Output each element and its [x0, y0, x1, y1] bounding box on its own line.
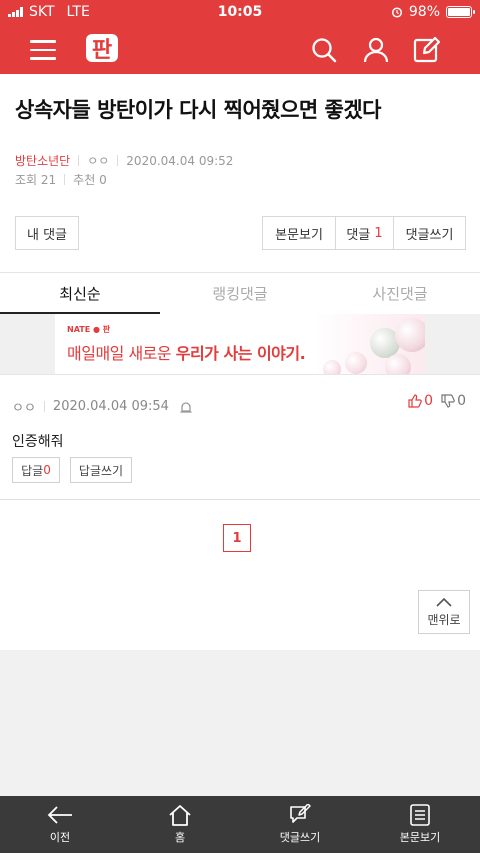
to-top-button[interactable]: 맨위로	[418, 590, 470, 634]
post-action-group: 본문보기 댓글 1 댓글쓰기	[262, 216, 466, 250]
ad-slogan-bold: 우리가 사는 이야기.	[175, 344, 306, 363]
view-post-button[interactable]: 본문보기	[263, 217, 335, 249]
my-comments-button[interactable]: 내 댓글	[15, 216, 79, 250]
status-bar: SKT LTE 10:05 98%	[0, 0, 480, 26]
thumbs-down-icon	[441, 394, 455, 408]
battery-icon	[446, 6, 475, 18]
comment-tabs: 최신순 랭킹댓글 사진댓글	[0, 272, 480, 314]
replies-count: 0	[43, 463, 51, 477]
comments-count: 1	[374, 225, 383, 241]
app-header: 판	[0, 26, 480, 74]
comment-item: ㅇㅇ 2020.04.04 09:54 0 0 인증해줘 답글 0 답글쓰기	[0, 374, 480, 500]
user-icon[interactable]	[362, 36, 390, 64]
post-title: 상속자들 방탄이가 다시 찍어줬으면 좋겠다	[15, 98, 382, 122]
nav-home-label: 홈	[174, 831, 186, 844]
comment-meta: ㅇㅇ 2020.04.04 09:54	[12, 397, 193, 416]
report-icon[interactable]	[179, 400, 193, 414]
page-1-button[interactable]: 1	[223, 524, 251, 552]
comments-button[interactable]: 댓글 1	[335, 217, 393, 249]
downvote-button[interactable]: 0	[441, 393, 466, 409]
write-comment-button[interactable]: 댓글쓰기	[393, 217, 465, 249]
search-icon[interactable]	[310, 36, 338, 64]
post-recommend: 추천 0	[73, 173, 107, 187]
downvote-count: 0	[457, 393, 466, 409]
ad-slogan: 매일매일 새로운 우리가 사는 이야기.	[67, 340, 306, 364]
post-meta: 방탄소년단 ㅇㅇ 2020.04.04 09:52	[15, 152, 233, 169]
pann-logo[interactable]: 판	[84, 30, 120, 66]
nav-view-post[interactable]: 본문보기	[360, 796, 480, 853]
replies-label: 답글	[21, 463, 44, 478]
ad-area: NATE ● 판 매일매일 새로운 우리가 사는 이야기.	[0, 314, 480, 374]
battery-fill	[448, 8, 470, 16]
nav-back-label: 이전	[49, 831, 71, 844]
post-date: 2020.04.04 09:52	[126, 153, 234, 168]
post-views: 조회 21	[15, 173, 57, 187]
to-top-label: 맨위로	[427, 612, 461, 627]
upvote-button[interactable]: 0	[408, 393, 433, 409]
write-reply-button[interactable]: 답글쓰기	[70, 457, 132, 483]
nav-write-comment[interactable]: 댓글쓰기	[240, 796, 360, 853]
hamburger-menu-icon[interactable]	[30, 40, 56, 60]
tab-ranking[interactable]: 랭킹댓글	[160, 273, 320, 314]
chevron-up-icon	[436, 597, 452, 607]
post-category[interactable]: 방탄소년단	[15, 152, 70, 169]
comment-author: ㅇㅇ	[12, 401, 36, 416]
battery-percent: 98%	[408, 4, 440, 20]
back-arrow-icon	[47, 806, 72, 824]
comment-votes: 0 0	[408, 393, 466, 409]
alarm-icon	[391, 7, 402, 18]
upvote-count: 0	[424, 393, 434, 409]
ad-brand: NATE ● 판	[67, 325, 111, 334]
edit-icon[interactable]	[412, 36, 440, 64]
logo-text: 판	[92, 38, 112, 63]
document-icon	[410, 804, 430, 826]
write-comment-icon	[290, 804, 311, 823]
nav-home[interactable]: 홈	[120, 796, 240, 853]
post-stats: 조회 21 추천 0	[15, 171, 107, 188]
home-icon	[169, 805, 191, 826]
tab-latest[interactable]: 최신순	[0, 273, 160, 314]
post-author: ㅇㅇ	[87, 154, 110, 168]
bottom-nav: 이전 홈 댓글쓰기 본문보기	[0, 796, 480, 853]
tab-photo[interactable]: 사진댓글	[320, 273, 480, 314]
ad-banner[interactable]: NATE ● 판 매일매일 새로운 우리가 사는 이야기.	[55, 314, 425, 374]
thumbs-up-icon	[408, 394, 422, 408]
comments-label: 댓글	[346, 227, 371, 243]
nav-back[interactable]: 이전	[0, 796, 120, 853]
nav-view-post-label: 본문보기	[399, 831, 441, 844]
replies-button[interactable]: 답글 0	[12, 457, 60, 483]
comment-date: 2020.04.04 09:54	[52, 399, 169, 414]
nav-write-comment-label: 댓글쓰기	[279, 831, 321, 844]
ad-slogan-plain: 매일매일 새로운	[67, 344, 176, 363]
post-content: 상속자들 방탄이가 다시 찍어줬으면 좋겠다 방탄소년단 ㅇㅇ 2020.04.…	[0, 74, 480, 650]
comment-text: 인증해줘	[12, 434, 64, 450]
